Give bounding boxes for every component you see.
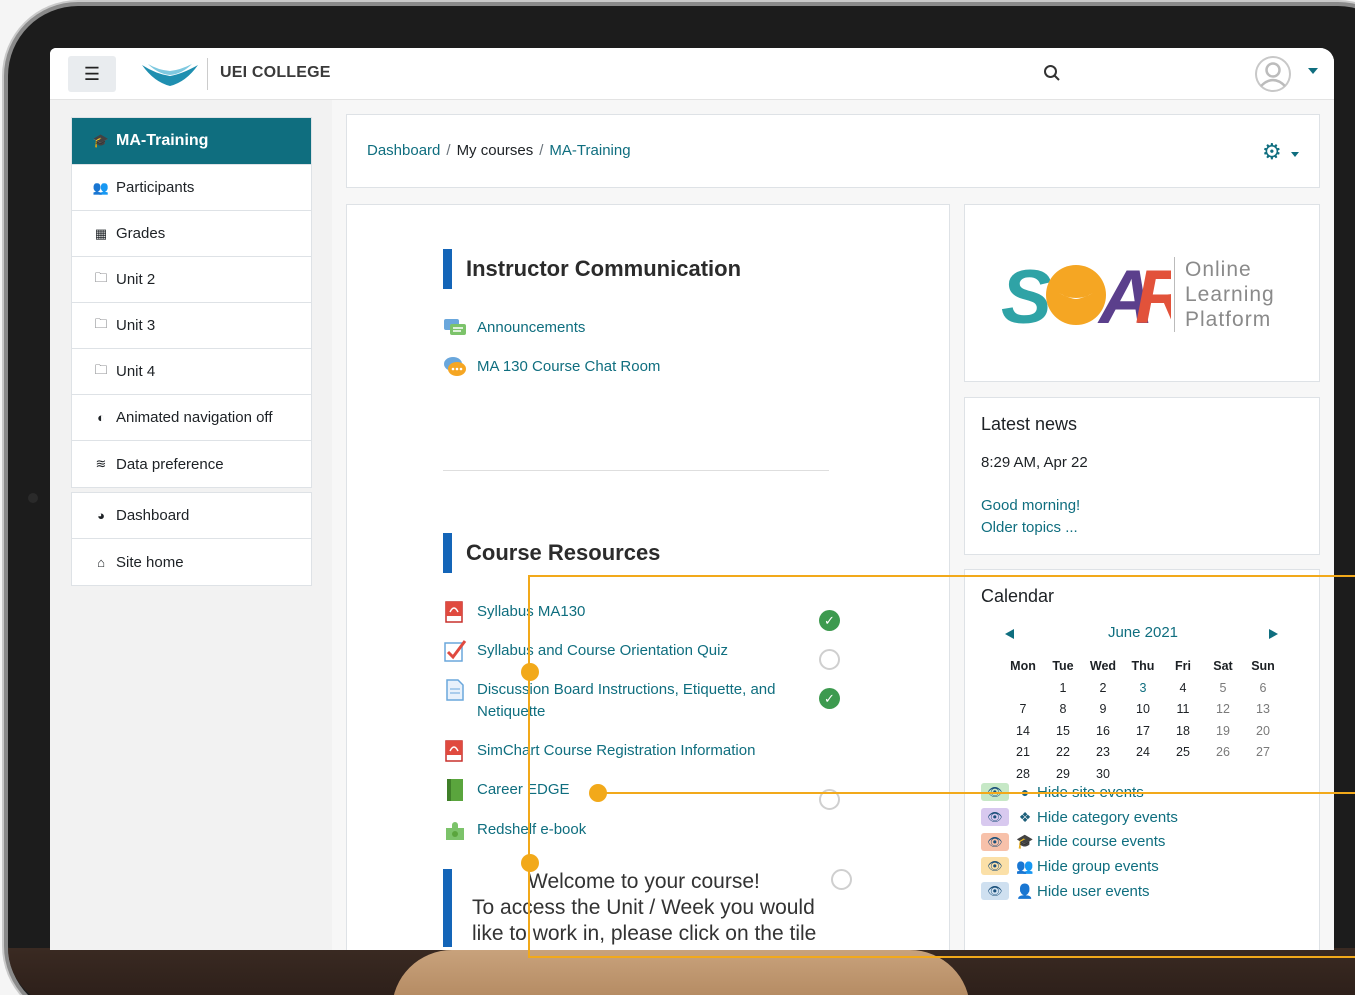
toggle-icon: ◐: [97, 410, 105, 425]
hamburger-menu-button[interactable]: ☰: [68, 56, 116, 92]
site-brand[interactable]: UEI COLLEGE: [220, 64, 331, 82]
lti-puzzle-icon: [446, 822, 464, 840]
soar-tag-line: Learning: [1185, 283, 1275, 306]
nav-item-label: Grades: [116, 225, 166, 242]
soar-logo-block: S A R Online Learning Platform: [964, 204, 1320, 382]
nav-drawer: 🎓 MA-Training 👥 Participants ▦ Grades 🗀 …: [50, 100, 332, 950]
user-avatar-icon[interactable]: [1255, 56, 1291, 92]
page-header: Dashboard / My courses / MA-Training ⚙: [346, 114, 1320, 188]
nav-item-label: Participants: [116, 179, 195, 196]
folder-icon: 🗀: [94, 269, 108, 285]
settings-gear-icon[interactable]: ⚙: [1262, 139, 1282, 165]
nav-item-label: Unit 2: [116, 271, 156, 288]
breadcrumb-separator: /: [539, 142, 544, 159]
soar-tagline: Online Learning Platform: [1185, 257, 1275, 332]
breadcrumb-ma-training[interactable]: MA-Training: [549, 142, 630, 159]
latest-news-block: Latest news 8:29 AM, Apr 22 Good morning…: [964, 397, 1320, 555]
news-post-link[interactable]: Good morning!: [981, 497, 1080, 514]
users-icon: 👥: [92, 179, 110, 195]
nav-item-data-preference[interactable]: ≋ Data preference: [72, 441, 311, 487]
section-title-instructor-communication: Instructor Communication: [443, 249, 741, 289]
nav-item-label: Data preference: [116, 455, 224, 473]
news-date: 8:29 AM, Apr 22: [981, 454, 1088, 471]
nav-item-label: Unit 4: [116, 363, 156, 380]
folder-icon: 🗀: [94, 361, 108, 377]
tablet-camera: [28, 493, 38, 503]
block-title: Latest news: [981, 414, 1078, 434]
callout-dot: [521, 663, 539, 681]
book-icon: [447, 779, 463, 801]
breadcrumb: Dashboard / My courses / MA-Training: [367, 142, 631, 159]
soar-o-circle: [1046, 265, 1106, 325]
nav-item-participants[interactable]: 👥 Participants: [72, 165, 311, 211]
soar-divider: [1174, 257, 1175, 332]
activity-announcements[interactable]: Announcements: [443, 317, 585, 339]
nav-item-label: MA-Training: [116, 132, 209, 149]
search-icon[interactable]: [1043, 64, 1061, 82]
folder-icon: 🗀: [94, 315, 108, 331]
activity-label: MA 130 Course Chat Room: [477, 358, 661, 375]
pdf-icon: [445, 740, 463, 762]
soar-logo-icon: S A R: [1001, 259, 1171, 329]
nav-item-ma-training[interactable]: 🎓 MA-Training: [72, 118, 311, 165]
table-icon: ▦: [94, 225, 108, 241]
nav-item-unit-3[interactable]: 🗀 Unit 3: [72, 303, 311, 349]
top-navbar: ☰ UEI COLLEGE: [50, 48, 1334, 100]
settings-chevron-down-icon[interactable]: [1291, 152, 1299, 157]
section-divider: [443, 470, 829, 471]
site-nav-group: ◕ Dashboard ⌂ Site home: [71, 492, 312, 586]
forum-icon: [444, 319, 466, 335]
callout-line: [598, 792, 1355, 794]
callout-frame: [528, 575, 1355, 958]
nav-item-label: Unit 3: [116, 317, 156, 334]
section-title-course-resources: Course Resources: [443, 533, 660, 573]
nav-item-site-home[interactable]: ⌂ Site home: [72, 539, 311, 585]
activity-chat-room[interactable]: MA 130 Course Chat Room: [443, 356, 660, 378]
older-topics-link[interactable]: Older topics ...: [981, 519, 1078, 536]
breadcrumb-separator: /: [446, 142, 451, 159]
nav-item-label: Dashboard: [116, 507, 190, 524]
course-nav-group: 🎓 MA-Training 👥 Participants ▦ Grades 🗀 …: [71, 117, 312, 488]
breadcrumb-dashboard[interactable]: Dashboard: [367, 142, 440, 159]
page-icon: [446, 679, 464, 701]
graduation-cap-icon: 🎓: [92, 133, 110, 148]
user-menu-chevron-down-icon[interactable]: [1308, 68, 1318, 74]
soar-letter-r: R: [1135, 259, 1171, 329]
uei-wing-logo-icon: [142, 64, 198, 86]
soar-tag-line: Platform: [1185, 308, 1272, 331]
chat-icon: [444, 357, 466, 376]
pdf-icon: [445, 601, 463, 623]
nav-item-unit-4[interactable]: 🗀 Unit 4: [72, 349, 311, 395]
nav-item-unit-2[interactable]: 🗀 Unit 2: [72, 257, 311, 303]
callout-dot: [521, 854, 539, 872]
quiz-icon: [444, 640, 467, 662]
logo-divider: [207, 58, 208, 90]
nav-item-grades[interactable]: ▦ Grades: [72, 211, 311, 257]
nav-item-dashboard[interactable]: ◕ Dashboard: [72, 493, 311, 539]
tachometer-icon: ◕: [97, 508, 105, 523]
activity-label: Announcements: [477, 319, 586, 336]
home-icon: ⌂: [97, 554, 105, 570]
nav-item-label: Site home: [116, 553, 184, 571]
soar-tag-line: Online: [1185, 258, 1252, 281]
nav-item-label: Animated navigation off: [116, 409, 273, 426]
breadcrumb-my-courses: My courses: [456, 142, 534, 159]
hamburger-icon: ☰: [83, 63, 101, 84]
database-icon: ≋: [95, 456, 107, 471]
soar-letter-s: S: [1001, 259, 1052, 329]
callout-dot: [589, 784, 607, 802]
nav-item-animated-navigation[interactable]: ◐ Animated navigation off: [72, 395, 311, 441]
